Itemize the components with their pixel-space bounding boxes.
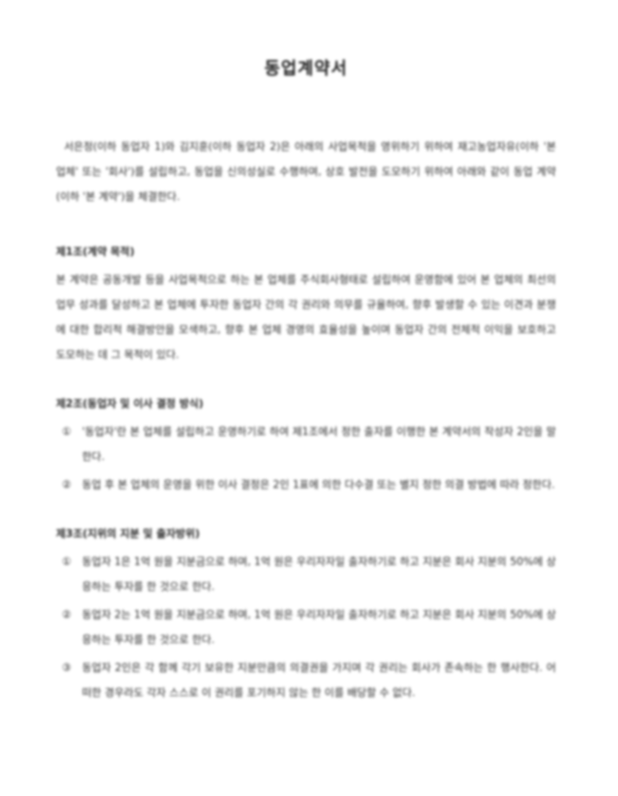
article-3-title: 제3조(지위의 지분 및 출자방위) (56, 528, 200, 540)
article-1: 제1조(계약 목적) 본 계약은 공동개발 등을 사업목적으로 하는 본 업체를… (56, 244, 556, 368)
article-1-body: 본 계약은 공동개발 등을 사업목적으로 하는 본 업체를 주식회사형태로 설립… (56, 274, 556, 361)
item-text: 동업자 2인은 각 함께 각기 보유한 지분만큼의 의결권을 가지며 각 권리는… (82, 662, 556, 699)
document-title: 동업계약서 (264, 59, 348, 79)
intro-paragraph: 서은정(이하 동업자 1)와 김지훈(이하 동업자 2)은 아래의 사업목적을 … (56, 141, 556, 203)
article-3-items: ① 동업자 1은 1억 원을 지분금으로 하며, 1억 원은 우리자자일 출자하… (56, 550, 556, 706)
list-item: ② 동업 후 본 업체의 운영을 위한 이사 결정은 2인 1표에 의한 다수결… (56, 473, 556, 498)
item-number: ② (62, 609, 72, 621)
article-1-title: 제1조(계약 목적) (56, 246, 135, 258)
article-2: 제2조(동업자 및 이사 결정 방식) ① '동업자'란 본 업체를 설립하고 … (56, 396, 556, 498)
article-3: 제3조(지위의 지분 및 출자방위) ① 동업자 1은 1억 원을 지분금으로 … (56, 526, 556, 706)
item-text: 동업자 2는 1억 원을 지분금으로 하며, 1억 원은 우리자자일 출자하기로… (82, 609, 556, 646)
item-number: ① (62, 556, 72, 568)
item-text: 동업자 1은 1억 원을 지분금으로 하며, 1억 원은 우리자자일 출자하기로… (82, 556, 556, 593)
item-text: '동업자'란 본 업체를 설립하고 운영하기로 하여 제1조에서 정한 출자를 … (82, 426, 556, 463)
list-item: ② 동업자 2는 1억 원을 지분금으로 하며, 1억 원은 우리자자일 출자하… (56, 603, 556, 653)
item-number: ② (62, 479, 72, 491)
article-2-items: ① '동업자'란 본 업체를 설립하고 운영하기로 하여 제1조에서 정한 출자… (56, 420, 556, 498)
list-item: ① 동업자 1은 1억 원을 지분금으로 하며, 1억 원은 우리자자일 출자하… (56, 550, 556, 600)
document-page: 동업계약서 서은정(이하 동업자 1)와 김지훈(이하 동업자 2)은 아래의 … (0, 0, 618, 796)
item-number: ③ (62, 662, 72, 674)
list-item: ① '동업자'란 본 업체를 설립하고 운영하기로 하여 제1조에서 정한 출자… (56, 420, 556, 470)
item-number: ① (62, 426, 72, 438)
list-item: ③ 동업자 2인은 각 함께 각기 보유한 지분만큼의 의결권을 가지며 각 권… (56, 656, 556, 706)
item-text: 동업 후 본 업체의 운영을 위한 이사 결정은 2인 1표에 의한 다수결 또… (82, 479, 555, 491)
article-2-title: 제2조(동업자 및 이사 결정 방식) (56, 398, 204, 410)
